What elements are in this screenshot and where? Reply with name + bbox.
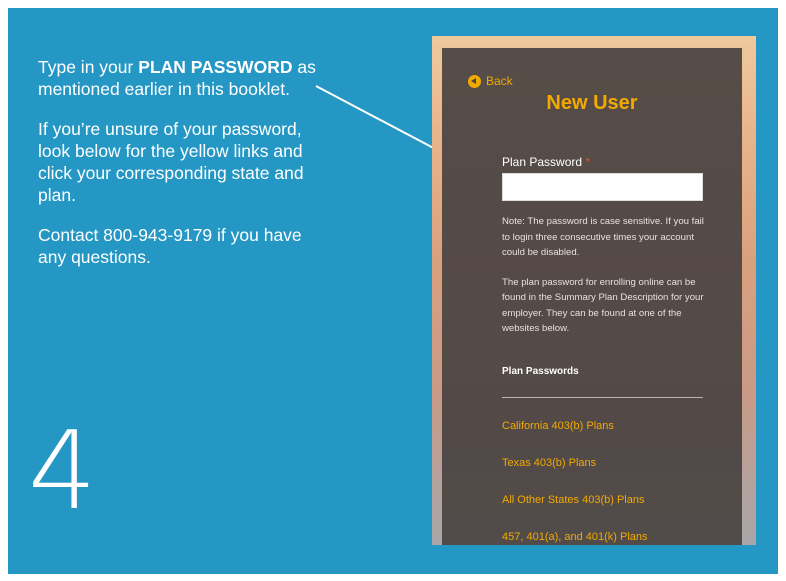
link-california-403b[interactable]: California 403(b) Plans	[502, 419, 722, 456]
instruction-1-pre: Type in your	[38, 57, 139, 77]
plan-password-input[interactable]	[502, 173, 703, 201]
form-title: New User	[546, 92, 638, 114]
link-other-states-403b[interactable]: All Other States 403(b) Plans	[502, 493, 722, 530]
back-button[interactable]: Back	[468, 74, 513, 88]
password-label-text: Plan Password	[502, 155, 583, 169]
back-arrow-icon	[468, 74, 481, 88]
instruction-1-bold: PLAN PASSWORD	[138, 57, 293, 77]
divider	[502, 397, 703, 398]
note-text: Note: The password is case sensitive. If…	[502, 216, 704, 258]
link-texas-403b[interactable]: Texas 403(b) Plans	[502, 456, 722, 493]
instruction-3: Contact 800-943-9179 if you have any que…	[38, 225, 302, 267]
plan-links: California 403(b) Plans Texas 403(b) Pla…	[502, 419, 722, 545]
new-user-form: Back New User Plan Password * Note: The …	[442, 48, 742, 545]
plan-passwords-heading: Plan Passwords	[502, 366, 579, 377]
info-text: The plan password for enrolling online c…	[502, 276, 704, 335]
required-marker: *	[585, 155, 591, 169]
instruction-1: Type in your PLAN PASSWORD as mentioned …	[38, 56, 328, 100]
back-label: Back	[486, 74, 513, 88]
password-note: Note: The password is case sensitive. If…	[502, 214, 714, 337]
instructions: Type in your PLAN PASSWORD as mentioned …	[38, 56, 328, 286]
link-457-401a-401k[interactable]: 457, 401(a), and 401(k) Plans	[502, 530, 722, 545]
instruction-2: If you’re unsure of your password, look …	[38, 119, 304, 205]
step-number: 4	[28, 409, 97, 534]
password-field-label: Plan Password *	[502, 155, 590, 169]
app-screenshot: Back New User Plan Password * Note: The …	[432, 36, 756, 545]
